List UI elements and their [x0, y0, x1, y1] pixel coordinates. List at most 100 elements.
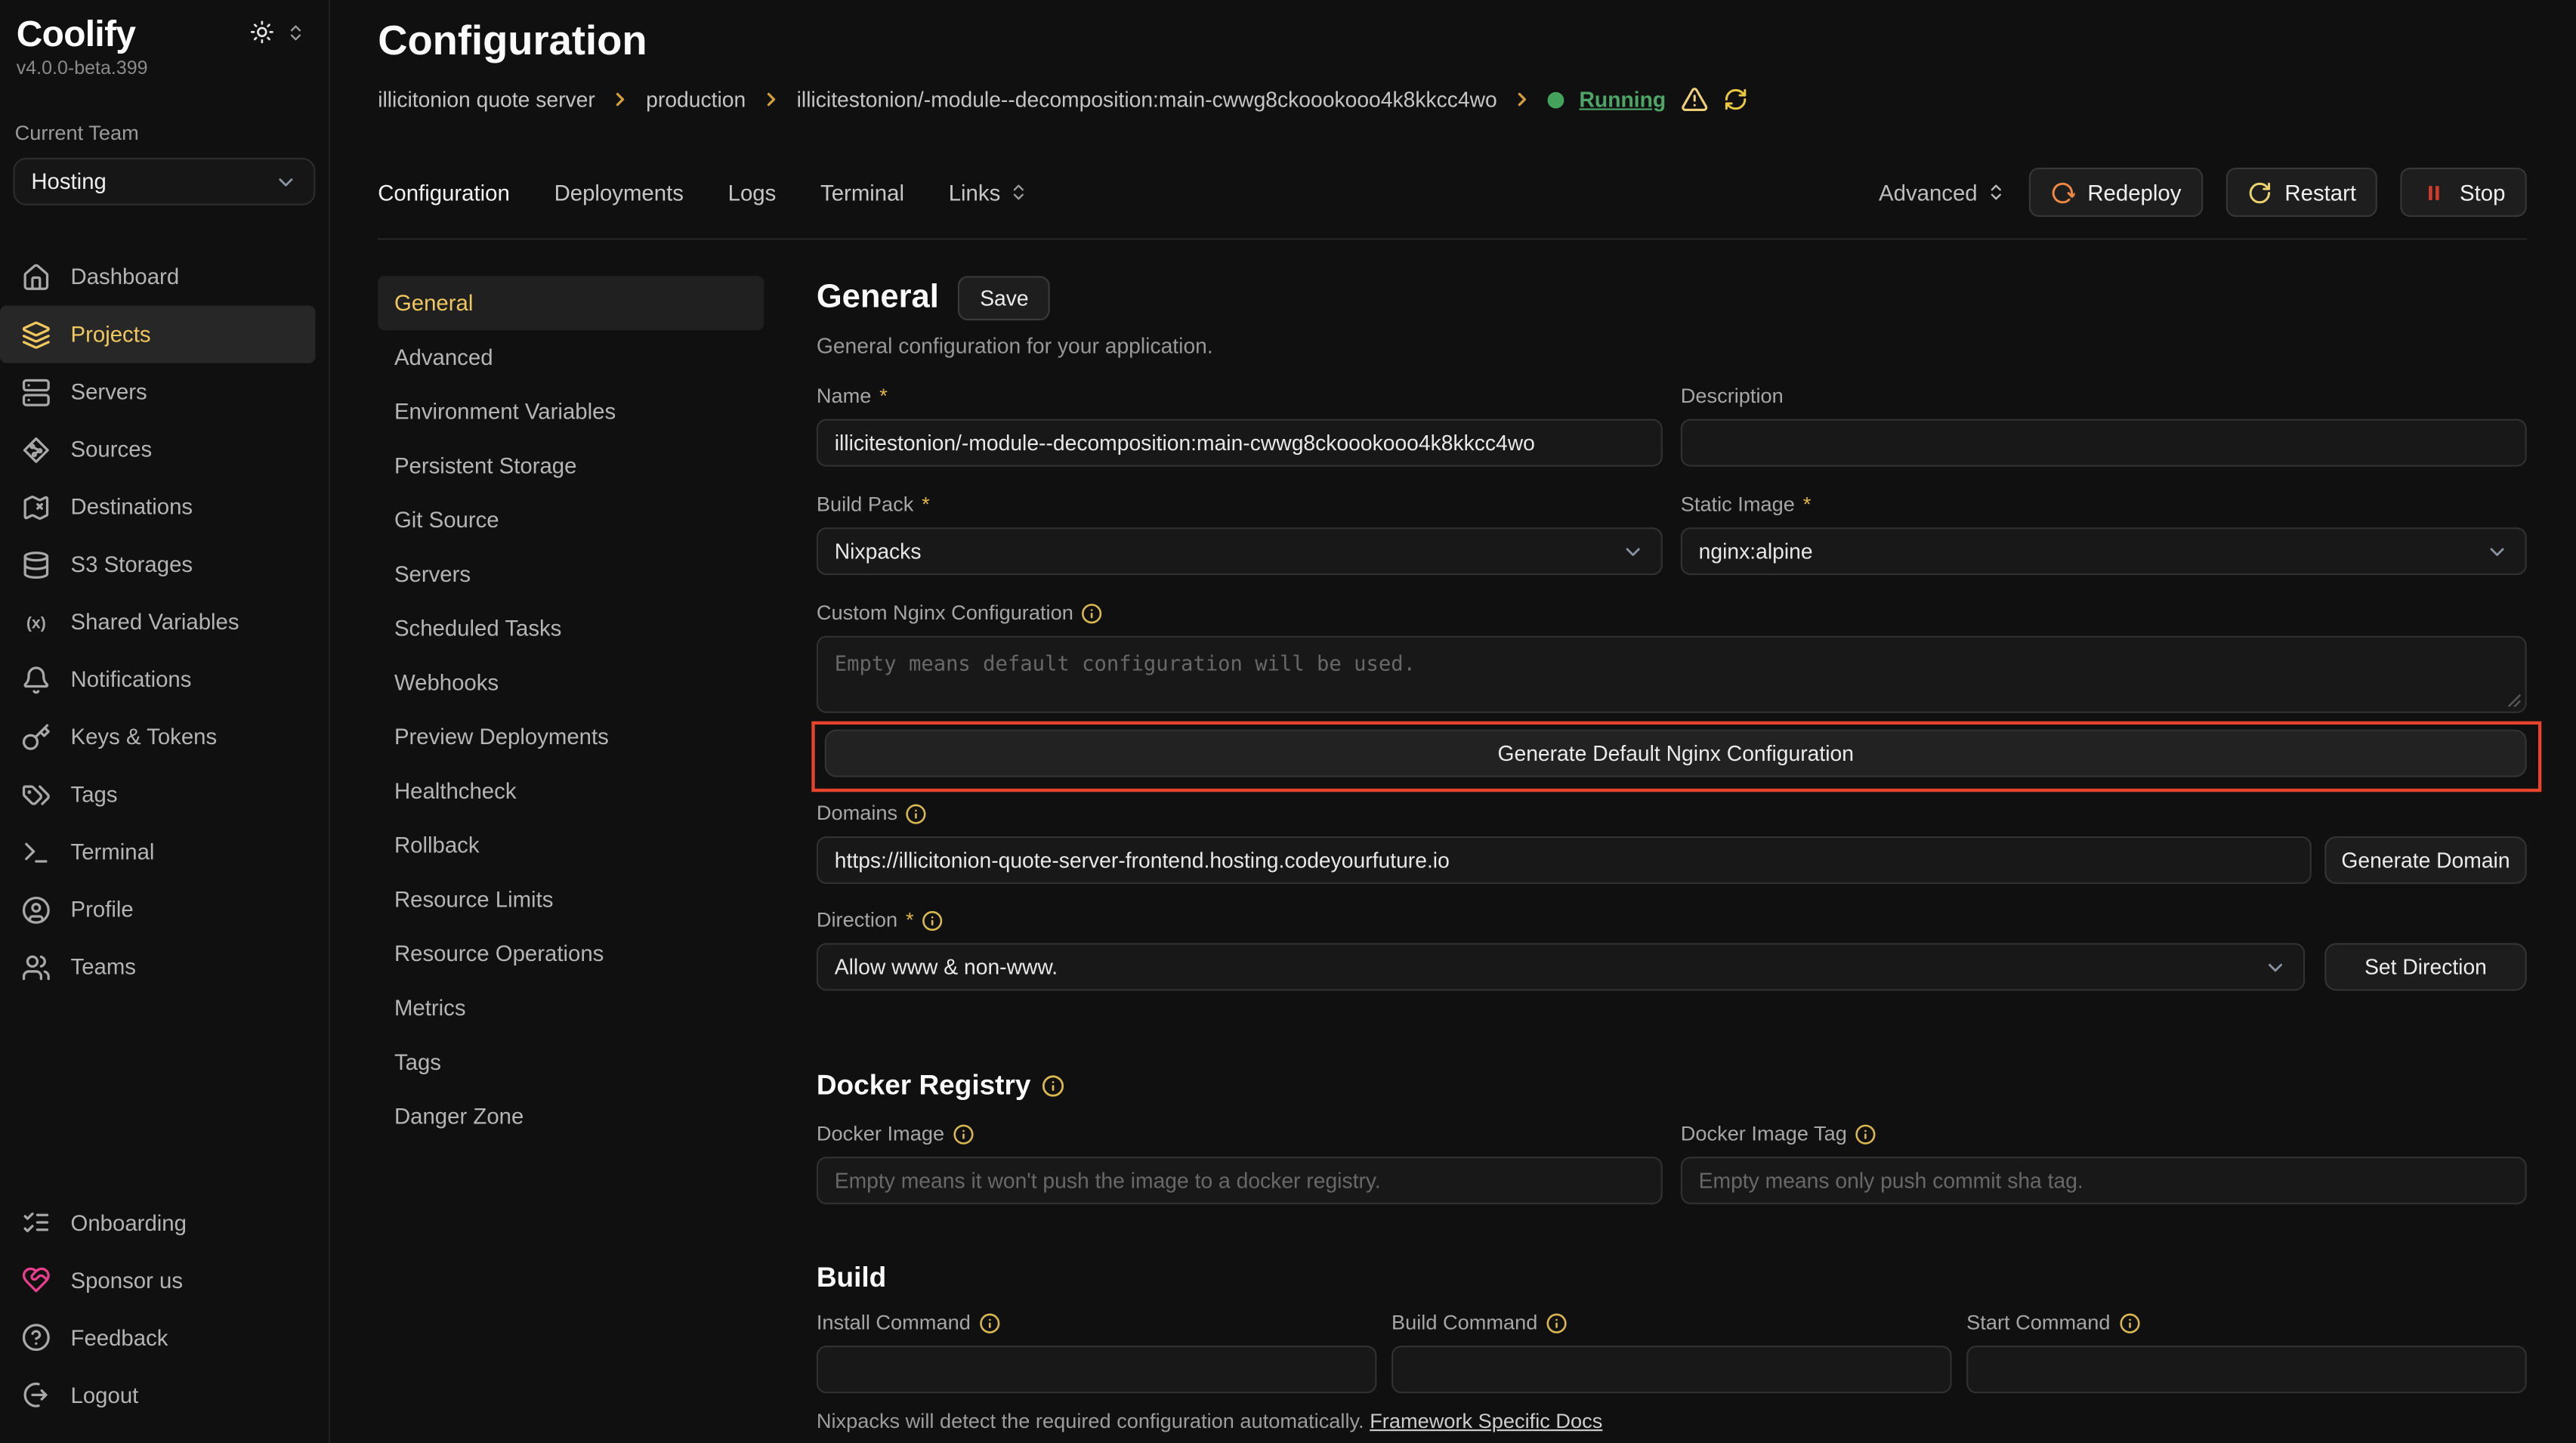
info-icon[interactable]: [979, 1312, 1000, 1333]
bell-icon: [21, 665, 51, 694]
chevron-right-icon: [610, 88, 631, 110]
docker-image-tag-label: Docker Image Tag: [1681, 1122, 1847, 1145]
subnav-servers[interactable]: Servers: [378, 547, 764, 601]
resize-handle-icon[interactable]: [2507, 694, 2522, 709]
sidebar-item-label: Shared Variables: [71, 610, 239, 635]
save-button[interactable]: Save: [959, 276, 1050, 320]
chevron-right-icon: [761, 88, 782, 110]
subnav-healthcheck[interactable]: Healthcheck: [378, 764, 764, 818]
sidebar-item-notifications[interactable]: Notifications: [0, 650, 316, 708]
install-command-input[interactable]: [817, 1346, 1377, 1393]
section-title-docker-registry: Docker Registry: [817, 1070, 1031, 1102]
domains-label: Domains: [817, 802, 897, 824]
layers-icon: [21, 320, 51, 349]
chevron-down-icon: [1621, 539, 1644, 562]
stop-button[interactable]: Stop: [2401, 168, 2527, 217]
build-command-input[interactable]: [1391, 1346, 1952, 1393]
info-icon[interactable]: [1082, 602, 1103, 623]
breadcrumb-resource[interactable]: illicitestonion/-module--decomposition:m…: [797, 87, 1497, 112]
breadcrumb-environment[interactable]: production: [646, 87, 746, 112]
subnav-metrics[interactable]: Metrics: [378, 981, 764, 1035]
info-icon[interactable]: [1546, 1312, 1567, 1333]
subnav-webhooks[interactable]: Webhooks: [378, 656, 764, 710]
tab-deployments[interactable]: Deployments: [554, 180, 684, 205]
domains-input[interactable]: [817, 836, 2312, 884]
tab-terminal[interactable]: Terminal: [820, 180, 904, 205]
description-input[interactable]: [1681, 419, 2527, 467]
redeploy-button[interactable]: Redeploy: [2028, 168, 2203, 217]
restart-button[interactable]: Restart: [2225, 168, 2377, 217]
sidebar-item-terminal[interactable]: Terminal: [0, 823, 316, 881]
sidebar-item-logout[interactable]: Logout: [0, 1366, 316, 1423]
subnav-danger-zone[interactable]: Danger Zone: [378, 1089, 764, 1144]
subnav-general[interactable]: General: [378, 276, 764, 330]
sidebar-item-projects[interactable]: Projects: [0, 306, 316, 363]
name-label: Name: [817, 385, 872, 407]
main-area: Configuration illicitonion quote server …: [330, 0, 2576, 1443]
generate-nginx-config-button[interactable]: Generate Default Nginx Configuration: [825, 730, 2527, 777]
direction-select[interactable]: Allow www & non-www.: [817, 943, 2305, 990]
tab-links[interactable]: Links: [949, 180, 1029, 205]
sidebar-item-tags[interactable]: Tags: [0, 765, 316, 823]
team-select[interactable]: Hosting: [13, 158, 315, 205]
subnav-resource-limits[interactable]: Resource Limits: [378, 873, 764, 927]
sidebar-item-label: Profile: [71, 897, 134, 922]
nginx-config-textarea[interactable]: [817, 636, 2527, 713]
subnav-rollback[interactable]: Rollback: [378, 818, 764, 873]
chevrons-up-down-icon[interactable]: [286, 22, 305, 42]
name-input[interactable]: [817, 419, 1663, 467]
sidebar-item-label: Sources: [71, 437, 153, 462]
sidebar-item-label: Tags: [71, 782, 118, 807]
sidebar-item-shared-variables[interactable]: Shared Variables: [0, 593, 316, 650]
sidebar-item-teams[interactable]: Teams: [0, 938, 316, 996]
subnav-environment-variables[interactable]: Environment Variables: [378, 385, 764, 439]
sidebar-item-keys-tokens[interactable]: Keys & Tokens: [0, 708, 316, 765]
subnav-label: Resource Limits: [394, 887, 553, 912]
chevron-down-icon: [2264, 956, 2287, 978]
subnav-persistent-storage[interactable]: Persistent Storage: [378, 439, 764, 493]
info-icon[interactable]: [906, 802, 927, 823]
sidebar-item-feedback[interactable]: Feedback: [0, 1309, 316, 1366]
subnav-git-source[interactable]: Git Source: [378, 493, 764, 547]
sidebar-item-sources[interactable]: Sources: [0, 421, 316, 478]
framework-docs-link[interactable]: Framework Specific Docs: [1370, 1410, 1602, 1432]
status-badge[interactable]: Running: [1580, 87, 1666, 112]
breadcrumb-project[interactable]: illicitonion quote server: [378, 87, 595, 112]
install-command-label: Install Command: [817, 1311, 971, 1333]
build-pack-select[interactable]: Nixpacks: [817, 527, 1663, 575]
chevron-down-icon: [2485, 539, 2508, 562]
info-icon[interactable]: [1042, 1074, 1065, 1097]
info-icon[interactable]: [2118, 1312, 2139, 1333]
subnav-label: Rollback: [394, 833, 480, 858]
subnav-scheduled-tasks[interactable]: Scheduled Tasks: [378, 601, 764, 656]
tab-logs[interactable]: Logs: [728, 180, 777, 205]
refresh-icon[interactable]: [1723, 87, 1748, 112]
subnav-resource-operations[interactable]: Resource Operations: [378, 927, 764, 981]
sidebar-item-servers[interactable]: Servers: [0, 363, 316, 421]
info-icon[interactable]: [1855, 1123, 1876, 1144]
static-image-select[interactable]: nginx:alpine: [1681, 527, 2527, 575]
info-icon[interactable]: [922, 910, 943, 931]
theme-sun-icon[interactable]: [250, 20, 275, 45]
sidebar-item-profile[interactable]: Profile: [0, 881, 316, 938]
subnav-tags[interactable]: Tags: [378, 1035, 764, 1089]
sidebar-item-onboarding[interactable]: Onboarding: [0, 1194, 316, 1251]
warning-triangle-icon[interactable]: [1681, 85, 1709, 113]
docker-image-input[interactable]: [817, 1157, 1663, 1204]
tab-configuration[interactable]: Configuration: [378, 180, 510, 205]
sidebar-item-destinations[interactable]: Destinations: [0, 478, 316, 536]
generate-domain-button[interactable]: Generate Domain: [2324, 836, 2526, 884]
list-checks-icon: [21, 1207, 51, 1237]
subnav-preview-deployments[interactable]: Preview Deployments: [378, 709, 764, 764]
sidebar-item-sponsor-us[interactable]: Sponsor us: [0, 1251, 316, 1309]
set-direction-button[interactable]: Set Direction: [2324, 943, 2526, 990]
advanced-menu[interactable]: Advanced: [1879, 180, 2006, 205]
restart-label: Restart: [2284, 180, 2356, 205]
docker-image-tag-input[interactable]: [1681, 1157, 2527, 1204]
subnav-label: Environment Variables: [394, 399, 616, 424]
sidebar-item-s3-storages[interactable]: S3 Storages: [0, 536, 316, 593]
sidebar-item-dashboard[interactable]: Dashboard: [0, 248, 316, 305]
subnav-advanced[interactable]: Advanced: [378, 330, 764, 385]
info-icon[interactable]: [953, 1123, 974, 1144]
start-command-input[interactable]: [1966, 1346, 2527, 1393]
